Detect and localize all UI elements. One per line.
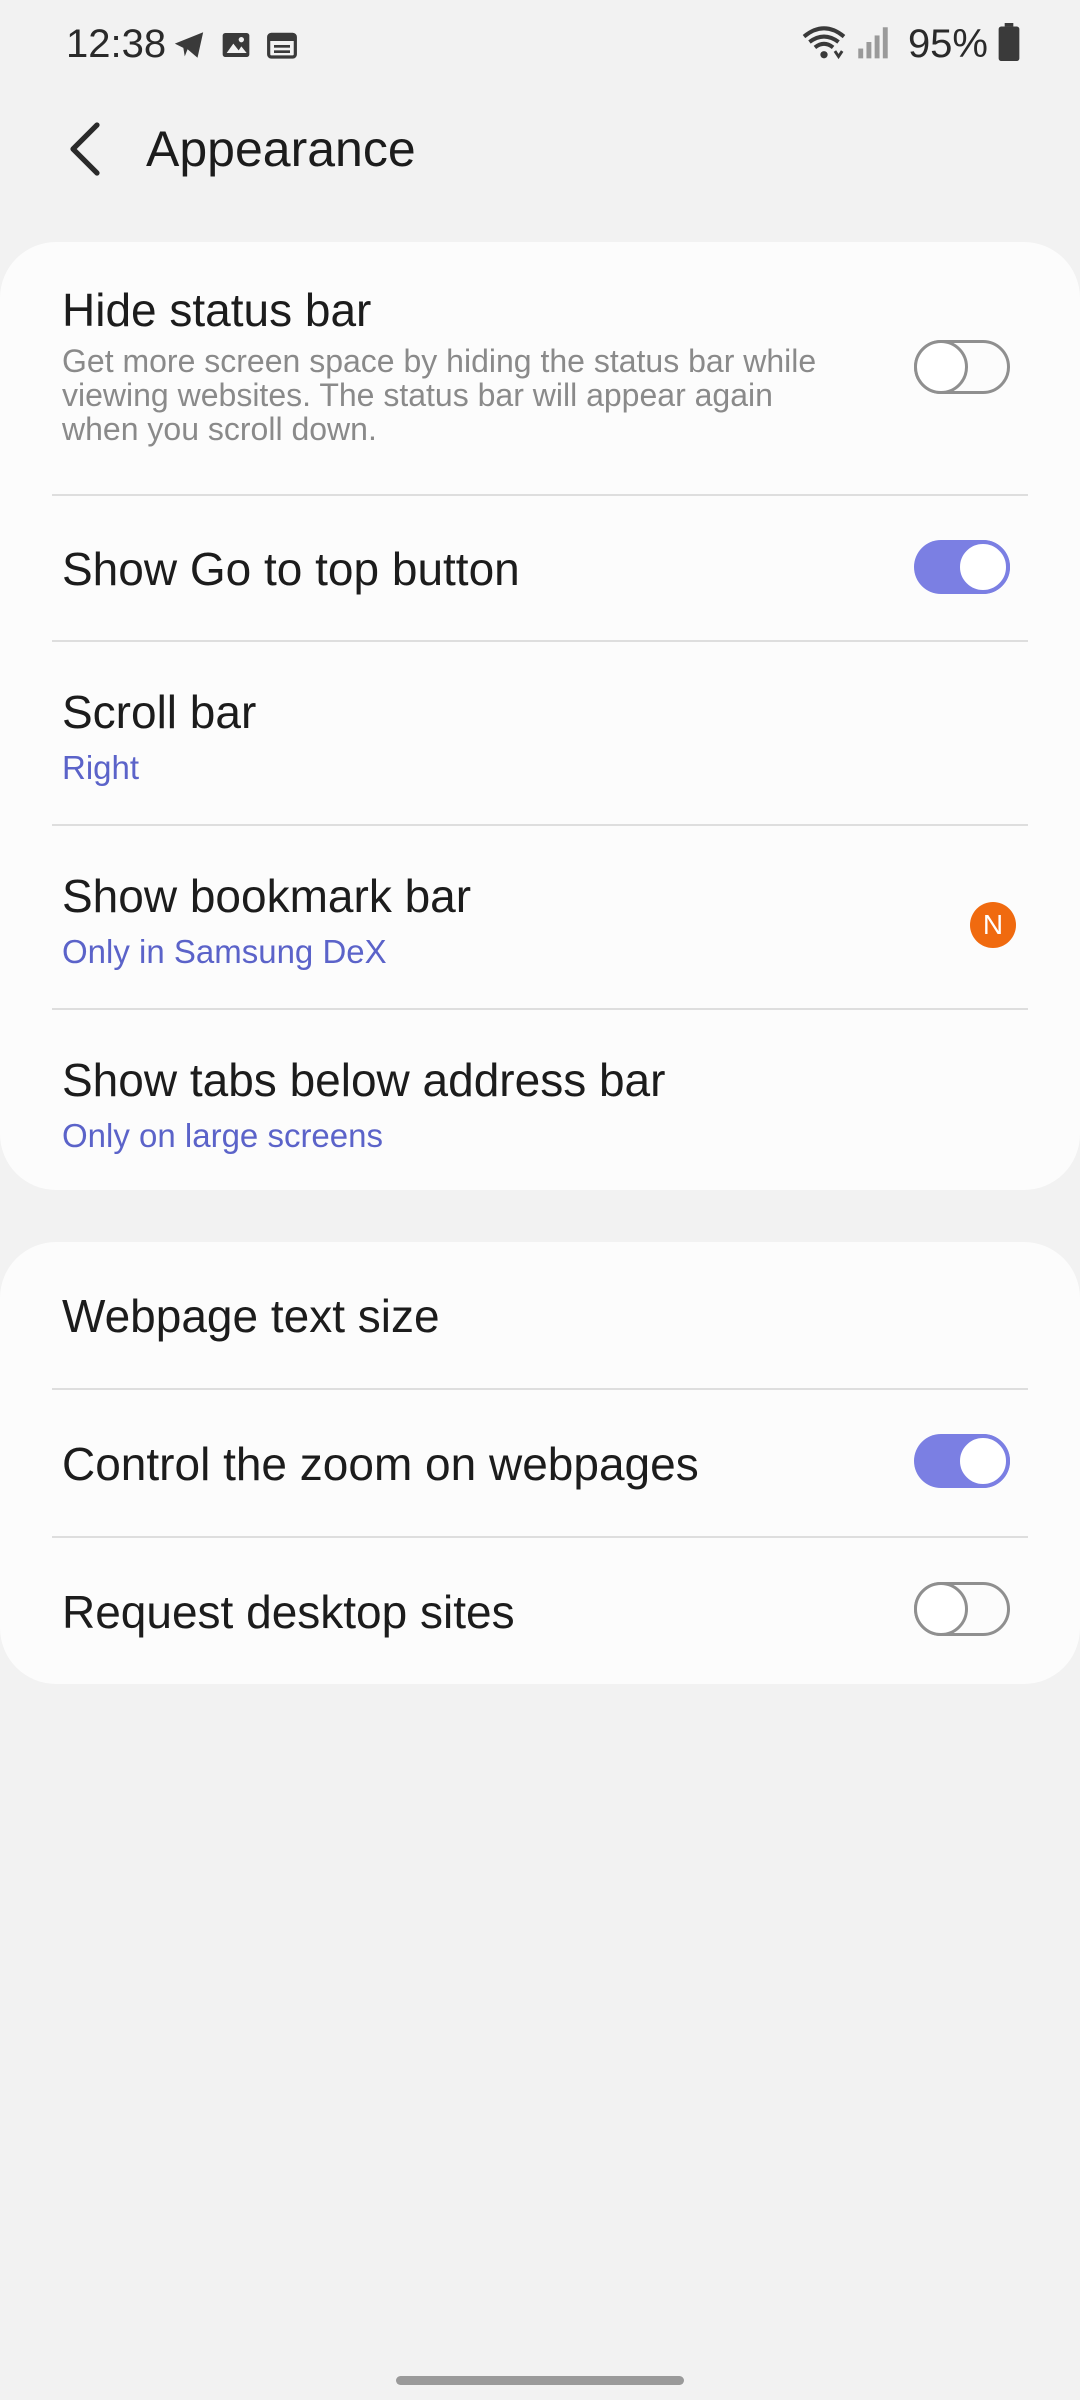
home-indicator[interactable] bbox=[396, 2376, 684, 2385]
settings-card-display: Hide status bar Get more screen space by… bbox=[0, 242, 1080, 1190]
telegram-icon bbox=[172, 28, 206, 67]
setting-request-desktop-sites[interactable]: Request desktop sites bbox=[52, 1538, 1028, 1682]
setting-hide-status-bar[interactable]: Hide status bar Get more screen space by… bbox=[52, 242, 1028, 496]
setting-description: Get more screen space by hiding the stat… bbox=[62, 343, 817, 447]
battery-icon bbox=[998, 23, 1020, 66]
setting-scroll-bar[interactable]: Scroll bar Right bbox=[52, 642, 1028, 826]
status-icons-left bbox=[172, 28, 298, 67]
setting-title: Hide status bar bbox=[62, 284, 372, 336]
status-time: 12:38 bbox=[66, 22, 167, 66]
status-bar: 12:38 95% bbox=[0, 0, 1080, 96]
setting-title: Show tabs below address bar bbox=[62, 1054, 666, 1106]
toggle-knob bbox=[956, 1434, 1010, 1488]
setting-value: Right bbox=[62, 749, 140, 786]
setting-tabs-below-address-bar[interactable]: Show tabs below address bar Only on larg… bbox=[52, 1010, 1028, 1190]
setting-title: Show Go to top button bbox=[62, 543, 520, 595]
setting-go-to-top[interactable]: Show Go to top button bbox=[52, 496, 1028, 642]
setting-control-zoom[interactable]: Control the zoom on webpages bbox=[52, 1390, 1028, 1538]
setting-title: Control the zoom on webpages bbox=[62, 1438, 699, 1490]
toggle-knob bbox=[914, 1582, 968, 1636]
setting-title: Webpage text size bbox=[62, 1290, 440, 1342]
hide-status-bar-toggle[interactable] bbox=[914, 340, 1010, 394]
go-to-top-toggle[interactable] bbox=[914, 540, 1010, 594]
app-header: Appearance bbox=[0, 96, 1080, 206]
new-badge: N bbox=[970, 902, 1016, 948]
calendar-icon bbox=[266, 29, 298, 66]
battery-percent: 95% bbox=[907, 22, 988, 66]
toggle-knob bbox=[914, 340, 968, 394]
signal-icon bbox=[856, 24, 890, 65]
setting-value: Only on large screens bbox=[62, 1117, 383, 1154]
wifi-icon bbox=[802, 22, 846, 67]
toggle-knob bbox=[956, 540, 1010, 594]
page-title: Appearance bbox=[146, 121, 416, 177]
status-icons-right: 95% bbox=[802, 22, 1020, 67]
setting-title: Request desktop sites bbox=[62, 1586, 515, 1638]
back-button[interactable] bbox=[50, 116, 120, 186]
setting-webpage-text-size[interactable]: Webpage text size bbox=[52, 1242, 1028, 1390]
chevron-left-icon bbox=[67, 121, 103, 182]
setting-value: Only in Samsung DeX bbox=[62, 933, 387, 970]
request-desktop-toggle[interactable] bbox=[914, 1582, 1010, 1636]
control-zoom-toggle[interactable] bbox=[914, 1434, 1010, 1488]
setting-title: Show bookmark bar bbox=[62, 870, 472, 922]
image-icon bbox=[220, 29, 252, 66]
setting-bookmark-bar[interactable]: Show bookmark bar Only in Samsung DeX N bbox=[52, 826, 1028, 1010]
setting-title: Scroll bar bbox=[62, 686, 257, 738]
settings-card-web: Webpage text size Control the zoom on we… bbox=[0, 1242, 1080, 1684]
